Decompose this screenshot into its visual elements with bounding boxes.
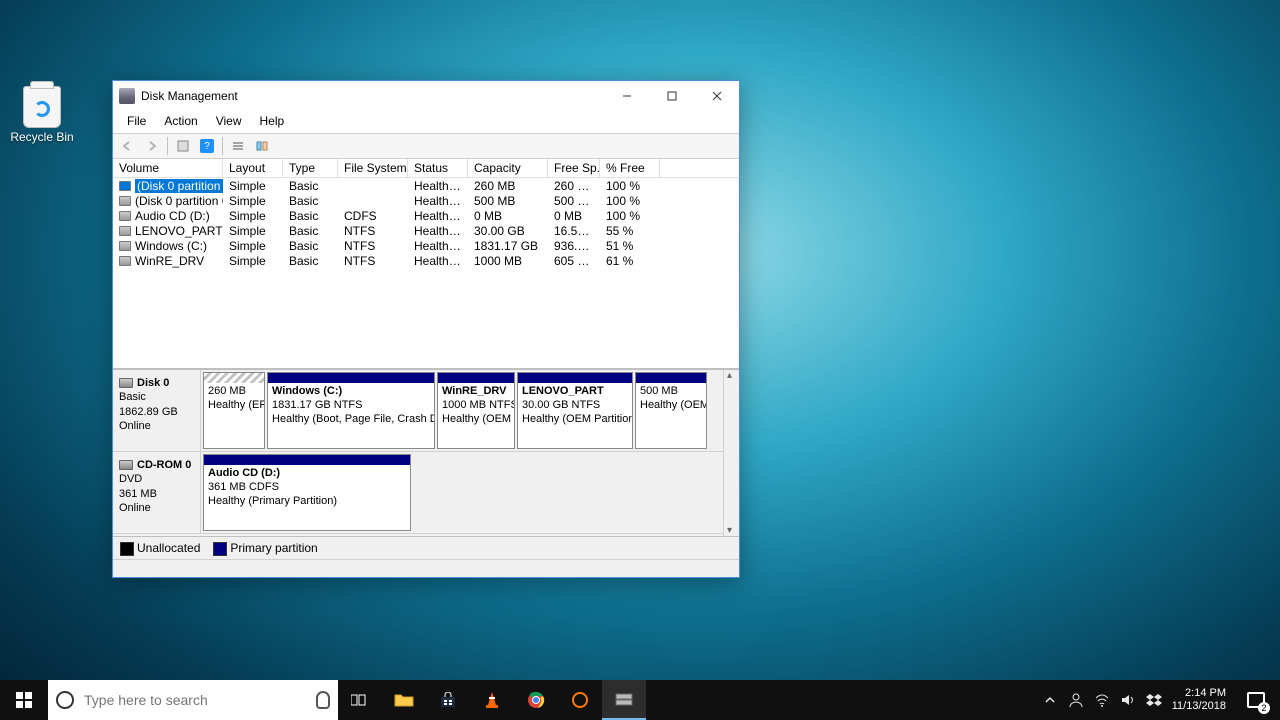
search-box[interactable]: [48, 680, 338, 720]
disk-info[interactable]: Disk 0Basic1862.89 GBOnline: [113, 370, 201, 451]
graphical-view: Disk 0Basic1862.89 GBOnline260 MBHealthy…: [113, 368, 739, 559]
legend-unallocated: Unallocated: [121, 541, 200, 555]
notification-count: 2: [1258, 702, 1270, 714]
partition[interactable]: 500 MBHealthy (OEM: [635, 372, 707, 449]
partition[interactable]: Windows (C:)1831.17 GB NTFSHealthy (Boot…: [267, 372, 435, 449]
vlc-button[interactable]: [470, 680, 514, 720]
menu-file[interactable]: File: [119, 113, 154, 129]
volume-icon[interactable]: [1120, 692, 1136, 708]
menubar: File Action View Help: [113, 111, 739, 133]
legend: Unallocated Primary partition: [113, 536, 739, 559]
menu-action[interactable]: Action: [156, 113, 205, 129]
col-pct-free[interactable]: % Free: [600, 159, 660, 177]
toolbar: ?: [113, 133, 739, 159]
menu-help[interactable]: Help: [252, 113, 293, 129]
search-input[interactable]: [82, 691, 308, 709]
partition[interactable]: WinRE_DRV1000 MB NTFSHealthy (OEM P: [437, 372, 515, 449]
volume-row[interactable]: Audio CD (D:)SimpleBasicCDFSHealthy (P..…: [113, 208, 739, 223]
people-icon[interactable]: [1068, 692, 1084, 708]
menu-view[interactable]: View: [208, 113, 250, 129]
system-tray: 2:14 PM 11/13/2018 2: [1042, 680, 1280, 720]
forward-button[interactable]: [141, 136, 163, 156]
vertical-scrollbar[interactable]: [723, 370, 739, 536]
task-view-button[interactable]: [338, 680, 382, 720]
volume-row[interactable]: WinRE_DRVSimpleBasicNTFSHealthy (...1000…: [113, 253, 739, 268]
list-view-button[interactable]: [227, 136, 249, 156]
partition[interactable]: LENOVO_PART30.00 GB NTFSHealthy (OEM Par…: [517, 372, 633, 449]
col-layout[interactable]: Layout: [223, 159, 283, 177]
col-capacity[interactable]: Capacity: [468, 159, 548, 177]
disk-info[interactable]: CD-ROM 0DVD361 MBOnline: [113, 452, 201, 533]
tray-chevron-up-icon[interactable]: [1042, 692, 1058, 708]
start-button[interactable]: [0, 680, 48, 720]
legend-primary: Primary partition: [214, 541, 317, 555]
wifi-icon[interactable]: [1094, 692, 1110, 708]
windows-logo-icon: [16, 692, 32, 708]
volume-row[interactable]: (Disk 0 partition 1)SimpleBasicHealthy (…: [113, 178, 739, 193]
volume-list[interactable]: (Disk 0 partition 1)SimpleBasicHealthy (…: [113, 178, 739, 368]
back-button[interactable]: [117, 136, 139, 156]
clock[interactable]: 2:14 PM 11/13/2018: [1172, 687, 1226, 713]
disk-management-window: Disk Management File Action View Help ?: [112, 80, 740, 578]
app-button-orange-ring[interactable]: [558, 680, 602, 720]
volume-row[interactable]: LENOVO_PARTSimpleBasicNTFSHealthy (...30…: [113, 223, 739, 238]
recycle-bin-label: Recycle Bin: [6, 130, 78, 144]
store-button[interactable]: [426, 680, 470, 720]
col-filesystem[interactable]: File System: [338, 159, 408, 177]
taskbar: 2:14 PM 11/13/2018 2: [0, 680, 1280, 720]
graph-view-button[interactable]: [251, 136, 273, 156]
volume-row[interactable]: (Disk 0 partition 6)SimpleBasicHealthy (…: [113, 193, 739, 208]
close-button[interactable]: [694, 81, 739, 111]
file-explorer-button[interactable]: [382, 680, 426, 720]
status-bar: [113, 559, 739, 577]
chrome-button[interactable]: [514, 680, 558, 720]
volume-header: Volume Layout Type File System Status Ca…: [113, 159, 739, 178]
cortana-icon: [56, 691, 74, 709]
titlebar[interactable]: Disk Management: [113, 81, 739, 111]
minimize-button[interactable]: [604, 81, 649, 111]
disk-row: Disk 0Basic1862.89 GBOnline260 MBHealthy…: [113, 370, 723, 452]
window-title: Disk Management: [141, 89, 604, 103]
time: 2:14 PM: [1172, 687, 1226, 700]
recycle-bin-icon: [23, 86, 61, 128]
partition[interactable]: Audio CD (D:)361 MB CDFSHealthy (Primary…: [203, 454, 411, 531]
col-volume[interactable]: Volume: [113, 159, 223, 177]
help-button[interactable]: ?: [196, 136, 218, 156]
refresh-button[interactable]: [172, 136, 194, 156]
date: 11/13/2018: [1172, 700, 1226, 713]
app-icon: [119, 88, 135, 104]
action-center-button[interactable]: 2: [1236, 680, 1276, 720]
dropbox-icon[interactable]: [1146, 692, 1162, 708]
disk-row: CD-ROM 0DVD361 MBOnlineAudio CD (D:)361 …: [113, 452, 723, 534]
volume-row[interactable]: Windows (C:)SimpleBasicNTFSHealthy (B...…: [113, 238, 739, 253]
maximize-button[interactable]: [649, 81, 694, 111]
partition[interactable]: 260 MBHealthy (EFI: [203, 372, 265, 449]
disk-management-task-button[interactable]: [602, 680, 646, 720]
col-status[interactable]: Status: [408, 159, 468, 177]
mic-icon[interactable]: [316, 691, 330, 709]
col-free[interactable]: Free Sp...: [548, 159, 600, 177]
col-type[interactable]: Type: [283, 159, 338, 177]
recycle-bin[interactable]: Recycle Bin: [6, 86, 78, 144]
